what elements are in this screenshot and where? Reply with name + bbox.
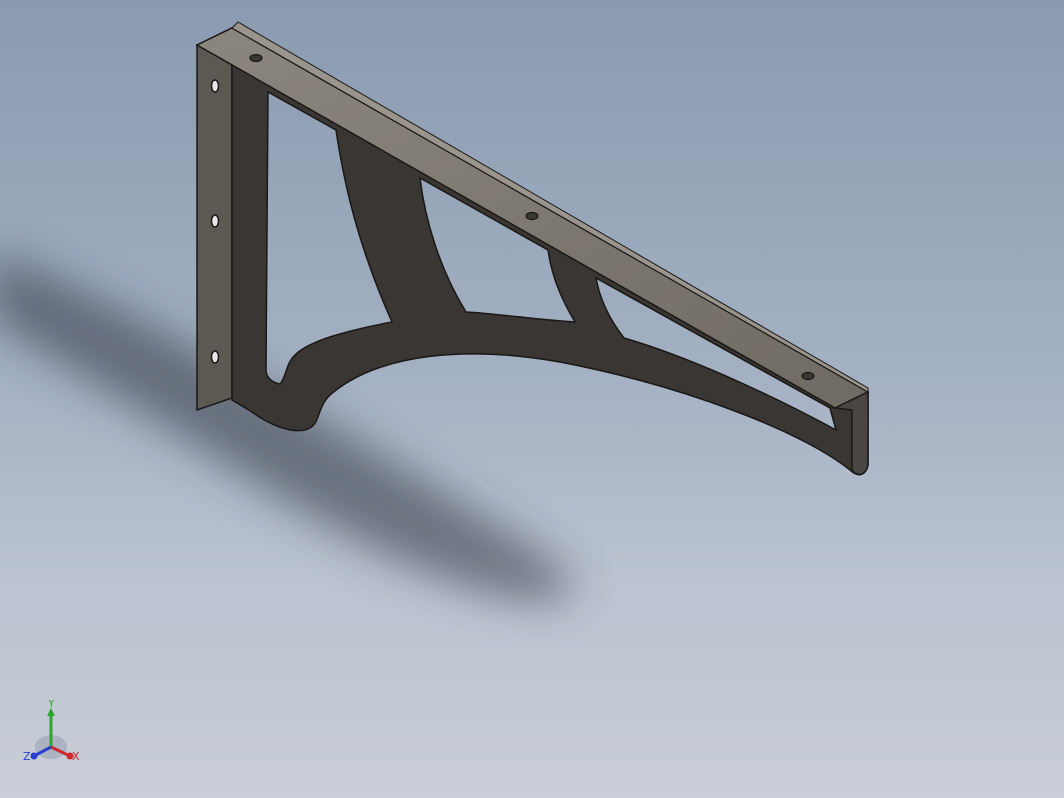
y-axis-label: Y <box>47 700 55 710</box>
reference-triad[interactable]: Y X Z <box>14 700 94 780</box>
bracket-web <box>231 61 869 476</box>
flange-hole-1 <box>249 53 263 63</box>
mount-hole-bottom <box>210 350 220 364</box>
graphics-viewport[interactable]: Y X Z <box>0 0 1064 798</box>
flange-hole-3 <box>801 371 815 381</box>
mount-hole-top <box>210 79 220 93</box>
z-axis-label: Z <box>23 750 31 763</box>
z-arrow-head <box>30 752 38 760</box>
flange-hole-2 <box>525 211 539 221</box>
x-axis-label: X <box>72 750 80 763</box>
bracket-model-view[interactable] <box>0 0 1064 798</box>
mount-hole-middle <box>210 214 220 228</box>
